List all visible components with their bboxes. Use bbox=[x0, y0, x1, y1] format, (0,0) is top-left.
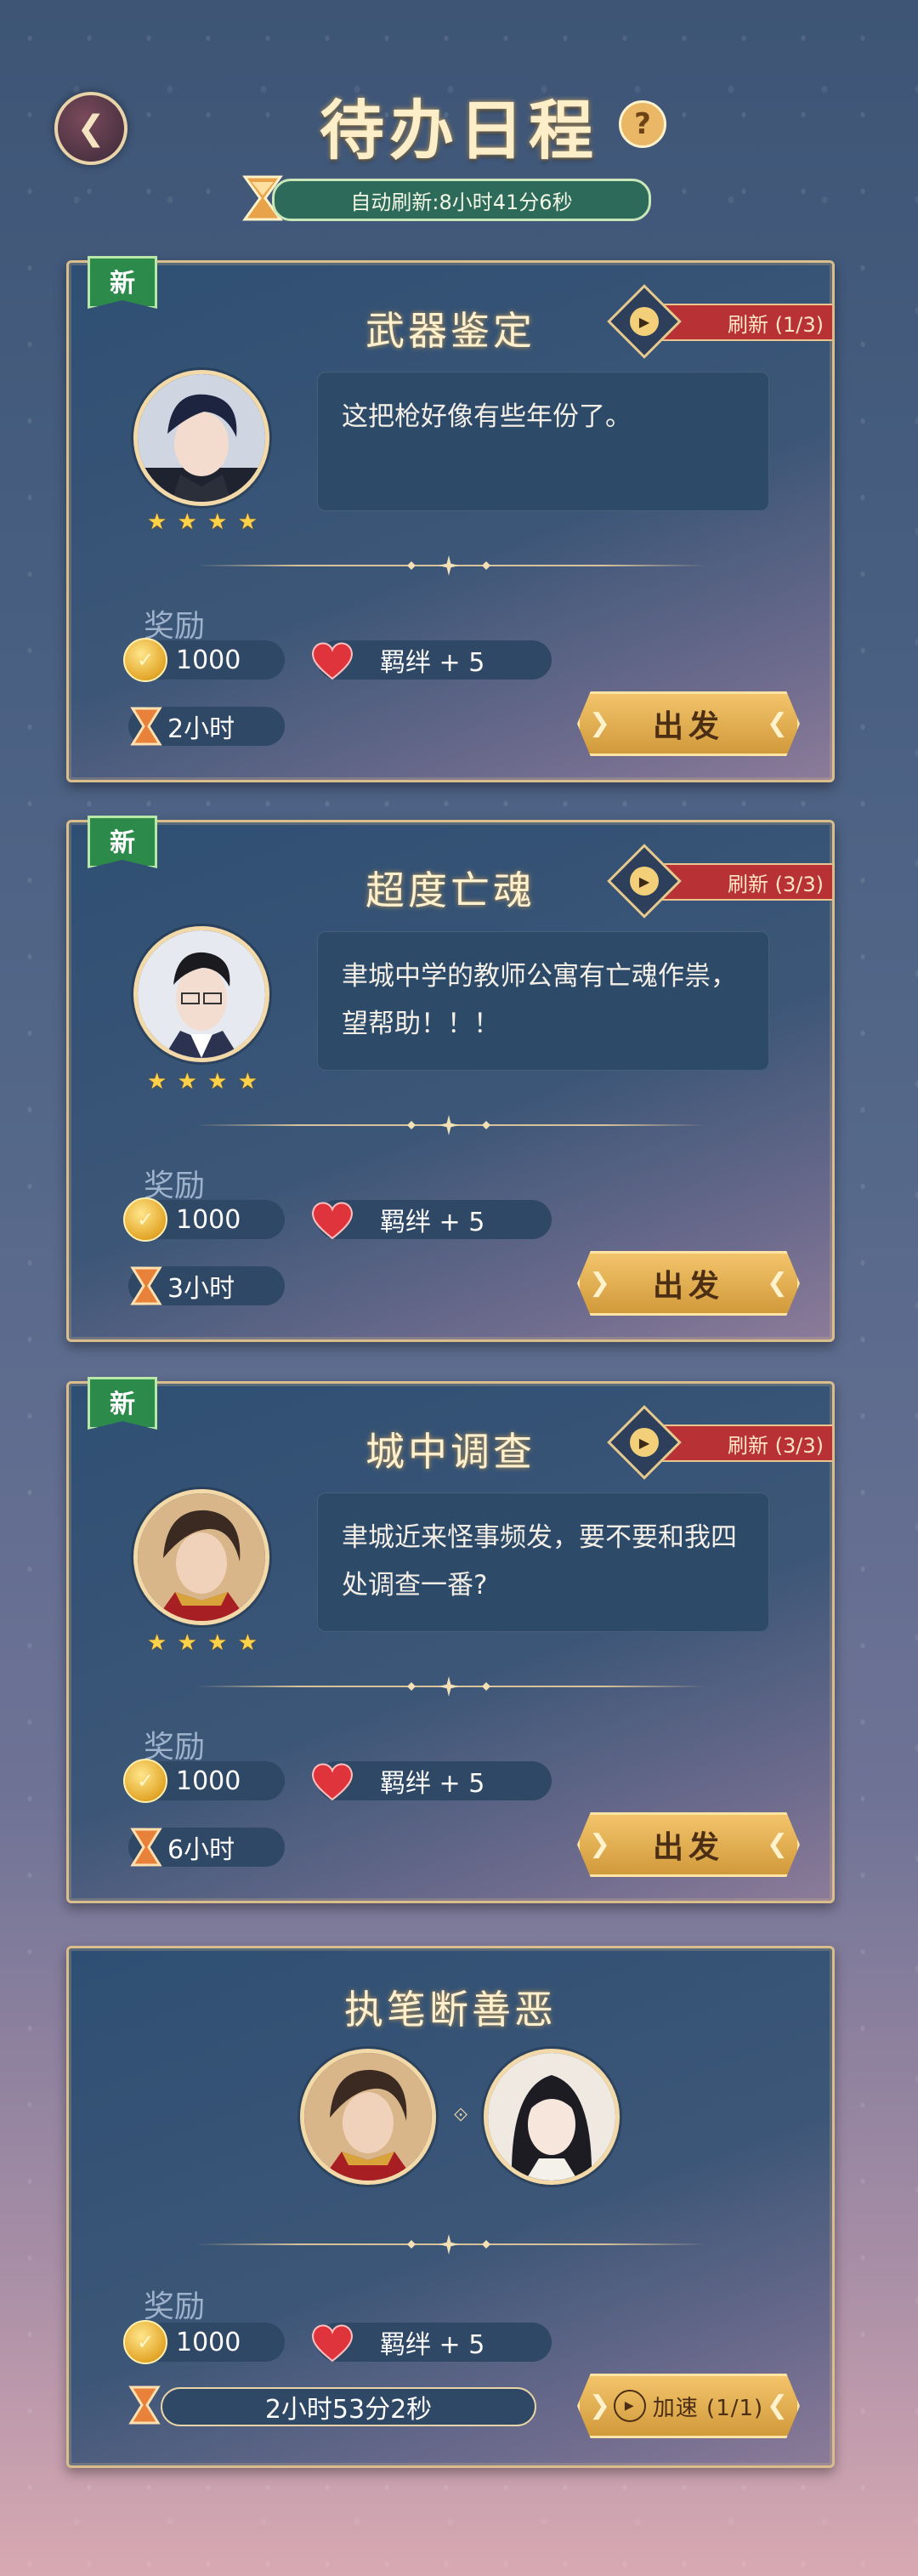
duration: 2小时 bbox=[128, 707, 285, 746]
bond-amount: 羁绊 + 5 bbox=[380, 1769, 485, 1799]
avatar bbox=[133, 1489, 269, 1625]
avatar-1 bbox=[300, 2049, 436, 2185]
divider bbox=[196, 1676, 706, 1697]
duration: 3小时 bbox=[128, 1266, 285, 1305]
depart-button[interactable]: ❯ 出发 ❮ bbox=[577, 1812, 800, 1877]
refresh-count: 刷新 (3/3) bbox=[659, 1424, 832, 1462]
play-icon: ▶ bbox=[630, 867, 659, 896]
heart-icon bbox=[312, 642, 353, 680]
coin-amount: 1000 bbox=[176, 1204, 241, 1235]
divider bbox=[196, 1115, 706, 1135]
duration-text: 2小时 bbox=[167, 714, 235, 744]
bond-reward: 羁绊 + 5 bbox=[312, 2323, 552, 2363]
coin-icon: ✓ bbox=[123, 1759, 167, 1803]
heart-icon bbox=[312, 1763, 353, 1801]
coin-reward: ✓ 1000 bbox=[123, 2320, 285, 2364]
refresh-count: 刷新 (1/3) bbox=[659, 304, 832, 341]
star-rating: ★ ★ ★ ★ bbox=[147, 509, 258, 535]
star-rating: ★ ★ ★ ★ bbox=[147, 1630, 258, 1656]
avatar-2 bbox=[484, 2049, 620, 2185]
back-arrow-icon: ❮ bbox=[76, 109, 105, 148]
task-message: 聿城近来怪事频发，要不要和我四处调查一番? bbox=[317, 1493, 769, 1632]
task-card-2: 新 超度亡魂 刷新 (3/3) ▶ ★ ★ ★ ★ 聿城中学的教师公寓有亡魂作祟，望帮… bbox=[66, 816, 835, 1342]
back-button[interactable]: ❮ bbox=[54, 92, 128, 165]
reward-label: 奖励 bbox=[144, 2289, 206, 2324]
coin-icon: ✓ bbox=[123, 638, 167, 682]
duration-text: 6小时 bbox=[167, 1835, 235, 1865]
coin-amount: 1000 bbox=[176, 2327, 241, 2357]
auto-refresh-timer: 自动刷新:8小时41分6秒 bbox=[272, 179, 651, 221]
link-icon: ⟐ bbox=[453, 2105, 468, 2126]
depart-button[interactable]: ❯ 出发 ❮ bbox=[577, 691, 800, 756]
coin-icon: ✓ bbox=[123, 1197, 167, 1242]
help-button[interactable]: ? bbox=[619, 100, 666, 148]
speed-up-button[interactable]: ❯ ▶ 加速 (1/1) ❮ bbox=[577, 2374, 800, 2438]
depart-button[interactable]: ❯ 出发 ❮ bbox=[577, 1251, 800, 1316]
divider bbox=[196, 2234, 706, 2255]
duration-text: 3小时 bbox=[167, 1274, 235, 1304]
bond-amount: 羁绊 + 5 bbox=[380, 1208, 485, 1237]
hourglass-icon bbox=[130, 1266, 162, 1305]
duration: 6小时 bbox=[128, 1828, 285, 1867]
heart-icon bbox=[312, 2324, 353, 2363]
coin-icon: ✓ bbox=[123, 2320, 167, 2364]
task-title: 执笔断善恶 bbox=[344, 1987, 557, 2033]
task-card-3: 新 城中调查 刷新 (3/3) ▶ ★ ★ ★ ★ 聿城近来怪事频发，要不要和我四处调… bbox=[66, 1377, 835, 1903]
refresh-count: 刷新 (3/3) bbox=[659, 863, 832, 901]
avatar bbox=[133, 926, 269, 1062]
play-icon: ▶ bbox=[630, 307, 659, 336]
bond-reward: 羁绊 + 5 bbox=[312, 1200, 552, 1240]
play-icon: ▶ bbox=[630, 1428, 659, 1457]
page-title: 待办日程 bbox=[320, 93, 598, 168]
hourglass-icon bbox=[128, 2386, 161, 2425]
bond-reward: 羁绊 + 5 bbox=[312, 1761, 552, 1801]
star-rating: ★ ★ ★ ★ bbox=[147, 1069, 258, 1095]
bond-amount: 羁绊 + 5 bbox=[380, 648, 485, 678]
coin-amount: 1000 bbox=[176, 645, 241, 675]
active-task-card: 执笔断善恶 ⟐ 奖励 ✓ 1000 羁绊 + 5 2小时53分2秒 ❯ ▶ 加速… bbox=[66, 1946, 835, 2468]
header: ❮ 待办日程 ? 自动刷新:8小时41分6秒 bbox=[0, 0, 918, 247]
play-icon: ▶ bbox=[613, 2390, 646, 2422]
task-message: 聿城中学的教师公寓有亡魂作祟，望帮助！！！ bbox=[317, 931, 769, 1071]
task-message: 这把枪好像有些年份了。 bbox=[317, 372, 769, 511]
coin-amount: 1000 bbox=[176, 1766, 241, 1796]
coin-reward: ✓ 1000 bbox=[123, 638, 285, 682]
heart-icon bbox=[312, 1202, 353, 1240]
coin-reward: ✓ 1000 bbox=[123, 1197, 285, 1242]
countdown-timer: 2小时53分2秒 bbox=[161, 2387, 536, 2426]
hourglass-icon bbox=[130, 1828, 162, 1867]
bond-reward: 羁绊 + 5 bbox=[312, 640, 552, 680]
bond-amount: 羁绊 + 5 bbox=[380, 2330, 485, 2360]
speed-up-label: 加速 (1/1) bbox=[652, 2395, 764, 2421]
coin-reward: ✓ 1000 bbox=[123, 1759, 285, 1803]
task-card-1: 新 武器鉴定 刷新 (1/3) ▶ ★ ★ ★ ★ 这把枪好像有些年份了。 奖励 ✓ 1… bbox=[66, 256, 835, 782]
avatar bbox=[133, 370, 269, 506]
divider bbox=[196, 555, 706, 576]
hourglass-icon bbox=[130, 707, 162, 746]
